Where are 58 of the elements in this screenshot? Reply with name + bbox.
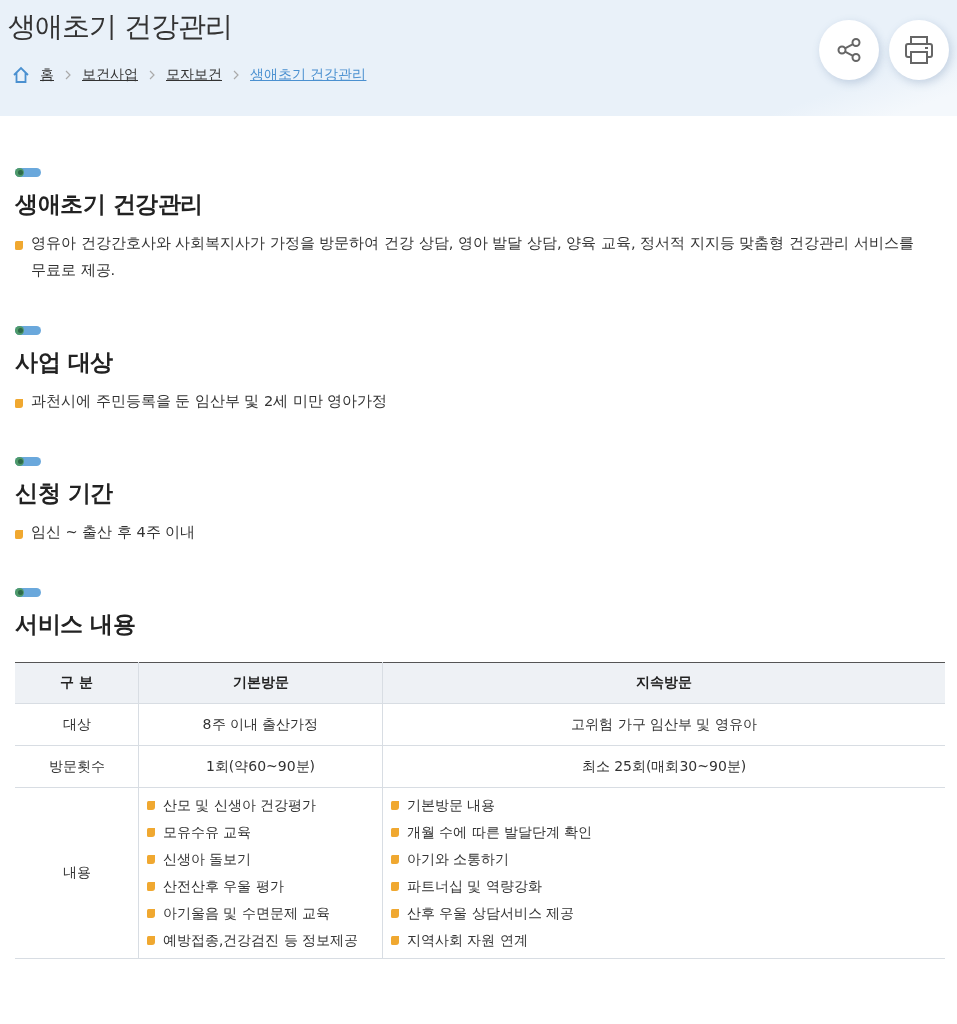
table-cell: 8주 이내 출산가정 — [138, 703, 383, 746]
bullet-text: 임신 ~ 출산 후 4주 이내 — [31, 523, 196, 542]
bullet-text: 산후 우울 상담서비스 제공 — [407, 904, 574, 923]
breadcrumb-link[interactable]: 홈 — [40, 66, 54, 84]
bullet-icon — [147, 882, 155, 891]
bullet-icon — [15, 530, 23, 539]
bullet-text: 과천시에 주민등록을 둔 임산부 및 2세 미만 영아가정 — [31, 392, 388, 411]
bullet-text: 지역사회 자원 연계 — [407, 931, 528, 950]
bullet-icon — [391, 909, 399, 918]
section-heading: 사업 대상 — [15, 348, 114, 377]
breadcrumb-link[interactable]: 모자보건 — [166, 66, 222, 84]
bullet-text: 기본방문 내용 — [407, 796, 496, 815]
page-title: 생애초기 건강관리 — [8, 9, 233, 45]
bullet-text: 아기울음 및 수면문제 교육 — [163, 904, 330, 923]
bullet-icon — [147, 936, 155, 945]
column-header: 기본방문 — [138, 662, 383, 704]
breadcrumb-link[interactable]: 보건사업 — [82, 66, 138, 84]
home-icon — [12, 66, 30, 84]
bullet-text: 파트너십 및 역량강화 — [407, 877, 542, 896]
column-header: 구 분 — [15, 662, 139, 704]
share-button[interactable] — [819, 20, 879, 80]
bullet-icon — [15, 241, 23, 250]
share-icon — [835, 36, 863, 64]
table-cell: 대상 — [15, 703, 139, 746]
bullet-text: 신생아 돌보기 — [163, 850, 252, 869]
section-heading: 서비스 내용 — [15, 610, 136, 639]
bullet-icon — [391, 828, 399, 837]
bullet-text: 예방접종,건강검진 등 정보제공 — [163, 931, 358, 950]
bullet-icon — [147, 828, 155, 837]
bullet-icon — [15, 399, 23, 408]
bullet-text: 산전산후 우울 평가 — [163, 877, 284, 896]
chevron-icon — [148, 70, 156, 80]
bullet-icon — [147, 855, 155, 864]
chevron-icon — [232, 70, 240, 80]
section-marker-icon — [15, 326, 41, 335]
bullet-text: 산모 및 신생아 건강평가 — [163, 796, 316, 815]
printer-icon — [903, 35, 935, 65]
bullet-icon — [391, 882, 399, 891]
bullet-text: 개월 수에 따른 발달단계 확인 — [407, 823, 593, 842]
bullet-text: 모유수유 교육 — [163, 823, 252, 842]
bullet-icon — [147, 801, 155, 810]
section-heading: 생애초기 건강관리 — [15, 190, 204, 219]
section-marker-icon — [15, 588, 41, 597]
section-marker-icon — [15, 168, 41, 177]
chevron-icon — [64, 70, 72, 80]
print-button[interactable] — [889, 20, 949, 80]
section-marker-icon — [15, 457, 41, 466]
bullet-icon — [391, 801, 399, 810]
bullet-icon — [391, 936, 399, 945]
bullet-text: 영유아 건강간호사와 사회복지사가 가정을 방문하여 건강 상담, 영아 발달 상담, 양육 교육, 정서적 지지등 맞춤형 건강관리 서비스를 무료로 제공. — [31, 234, 915, 280]
section-heading: 신청 기간 — [15, 479, 114, 508]
column-header: 지속방문 — [382, 662, 945, 704]
bullet-icon — [391, 855, 399, 864]
table-cell: 방문횟수 — [15, 745, 139, 788]
table-cell: 내용 — [15, 787, 139, 959]
bullet-icon — [147, 909, 155, 918]
bullet-text: 아기와 소통하기 — [407, 850, 510, 869]
table-cell: 1회(약60~90분) — [138, 745, 383, 788]
